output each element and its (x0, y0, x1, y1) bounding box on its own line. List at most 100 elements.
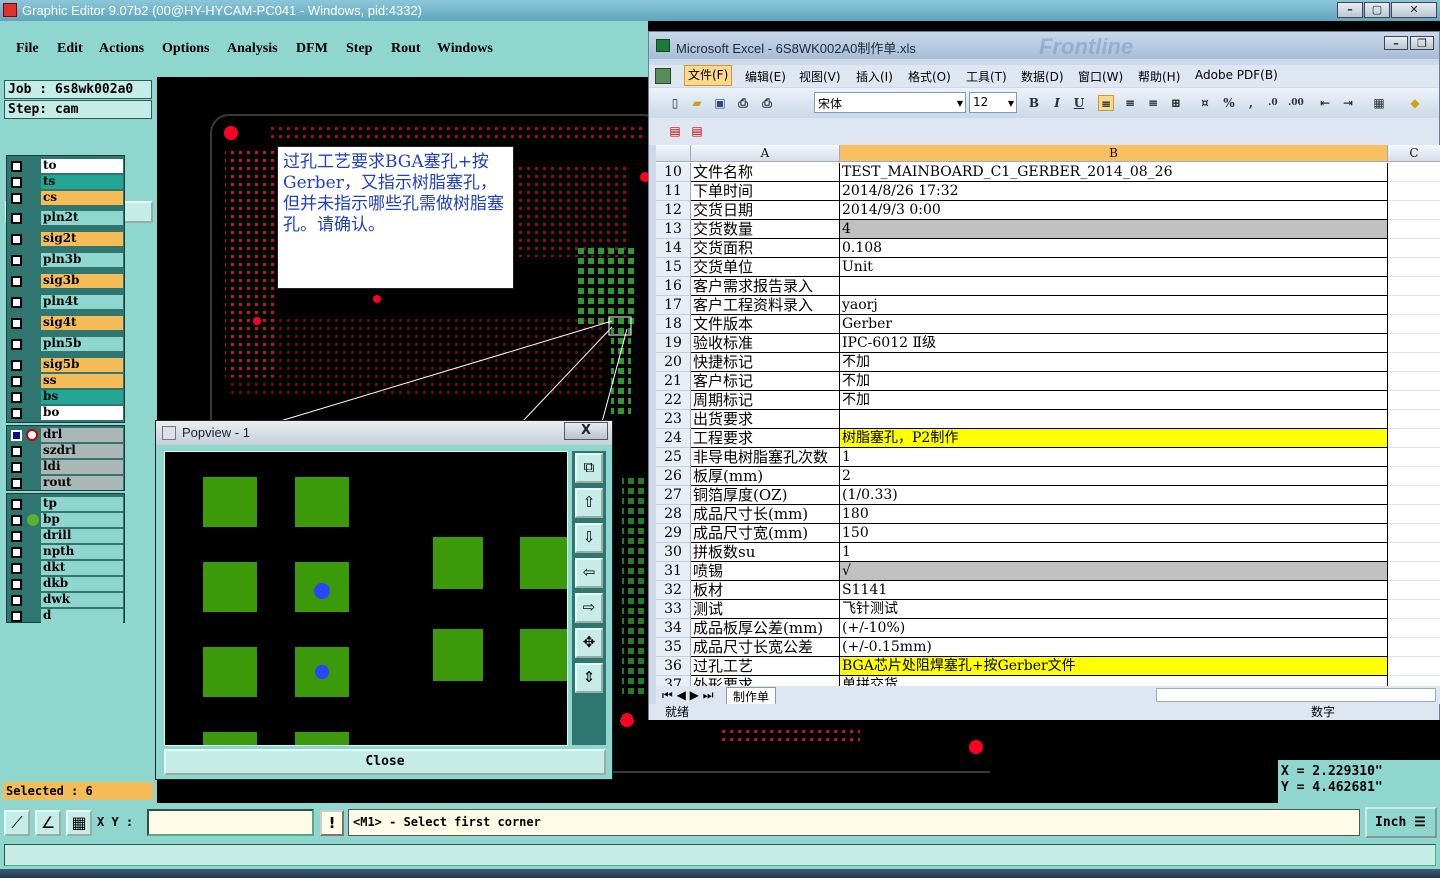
menu-edit[interactable]: Edit (57, 41, 83, 57)
cell-b[interactable]: 1 (840, 448, 1388, 467)
cell-a[interactable]: 交货单位 (691, 258, 840, 277)
borders-icon[interactable]: ▦ (1371, 95, 1387, 111)
row-number[interactable]: 18 (656, 315, 691, 334)
decrease-decimal-icon[interactable]: .00 (1288, 95, 1304, 111)
cell-a[interactable]: 成品板厚公差(mm) (691, 619, 840, 638)
excel-restore-button[interactable]: ❐ (1410, 36, 1434, 50)
comma-icon[interactable]: , (1243, 95, 1259, 111)
cell-c[interactable] (1388, 391, 1440, 410)
cell-c[interactable] (1388, 581, 1440, 600)
layer-row[interactable]: dkb (7, 576, 124, 592)
unit-selector[interactable]: Inch ☰ (1365, 807, 1437, 838)
cell-a[interactable]: 客户需求报告录入 (691, 277, 840, 296)
cell-b[interactable]: 飞针测试 (840, 600, 1388, 619)
row-number[interactable]: 31 (656, 562, 691, 581)
layer-name[interactable]: sig5b (41, 358, 123, 372)
pdf-convert-icon[interactable]: ▤ (667, 123, 683, 139)
layer-checkbox[interactable] (11, 430, 22, 441)
layer-checkbox[interactable] (11, 462, 22, 473)
cell-b[interactable]: Gerber (840, 315, 1388, 334)
cell-b[interactable]: 1 (840, 543, 1388, 562)
layer-name[interactable]: tp (41, 497, 123, 511)
align-center-icon[interactable]: ≡ (1122, 95, 1138, 111)
layer-name[interactable]: rout (41, 476, 123, 490)
menu-analysis[interactable]: Analysis (227, 41, 278, 57)
row-number[interactable]: 15 (656, 258, 691, 277)
row-number[interactable]: 34 (656, 619, 691, 638)
snap-icon[interactable]: ⟋ (4, 810, 30, 836)
menu-help[interactable]: 帮助(H) (1138, 68, 1180, 85)
layer-row[interactable]: pln5b (7, 336, 124, 352)
layer-name[interactable]: sig3b (41, 274, 123, 288)
menu-file[interactable]: 文件(F) (684, 65, 733, 86)
fill-color-icon[interactable]: ◆ (1407, 95, 1423, 111)
row-number[interactable]: 22 (656, 391, 691, 410)
row-number[interactable]: 10 (656, 163, 691, 182)
row-number[interactable]: 35 (656, 638, 691, 657)
cell-a[interactable]: 外形要求 (691, 676, 840, 686)
cell-b[interactable]: TEST_MAINBOARD_C1_GERBER_2014_08_26 (840, 163, 1388, 182)
menu-view[interactable]: 视图(V) (799, 68, 841, 85)
cell-b[interactable]: IPC-6012 Ⅱ级 (840, 334, 1388, 353)
layer-checkbox[interactable] (11, 478, 22, 489)
popview-title-bar[interactable]: Popview - 1 X (156, 421, 612, 445)
row-number[interactable]: 37 (656, 676, 691, 686)
layer-checkbox[interactable] (11, 339, 22, 350)
cell-b[interactable]: BGA芯片处阻焊塞孔+按Gerber文件 (840, 657, 1388, 676)
layer-row[interactable]: bo (7, 405, 124, 421)
layer-name[interactable]: drl (41, 428, 123, 442)
layer-name[interactable]: dwk (41, 593, 123, 607)
row-number[interactable]: 14 (656, 239, 691, 258)
cell-b[interactable]: 不加 (840, 391, 1388, 410)
layer-name[interactable]: drill (41, 529, 123, 543)
cell-c[interactable] (1388, 524, 1440, 543)
grid-icon[interactable]: ▦ (66, 810, 92, 836)
row-number[interactable]: 19 (656, 334, 691, 353)
warning-button[interactable]: ! (320, 810, 344, 836)
excel-minimize-button[interactable]: – (1384, 36, 1408, 50)
cell-b[interactable]: 单拼交货 (840, 676, 1388, 686)
step-field[interactable]: Step: cam (4, 100, 152, 119)
layer-name[interactable]: ldi (41, 460, 123, 474)
cell-c[interactable] (1388, 448, 1440, 467)
cell-a[interactable]: 快捷标记 (691, 353, 840, 372)
layer-name[interactable]: npth (41, 545, 123, 559)
cell-c[interactable] (1388, 505, 1440, 524)
layer-row[interactable]: sig4t (7, 315, 124, 331)
job-field[interactable]: Job : 6s8wk002a0 (4, 80, 152, 99)
layer-checkbox[interactable] (11, 177, 22, 188)
open-icon[interactable]: ▰ (689, 95, 705, 111)
row-number[interactable]: 27 (656, 486, 691, 505)
minimize-button[interactable]: – (1337, 2, 1363, 18)
sheet-icon[interactable] (655, 68, 671, 84)
layer-row[interactable]: sig2t (7, 231, 124, 247)
zoom-fit-icon[interactable]: ⧉ (575, 453, 603, 483)
cell-c[interactable] (1388, 600, 1440, 619)
font-name-select[interactable]: 宋体 ▼ (814, 92, 966, 113)
layer-row[interactable]: drl (7, 427, 124, 443)
menu-format[interactable]: 格式(O) (908, 68, 951, 85)
percent-icon[interactable]: % (1221, 95, 1237, 111)
horizontal-scrollbar[interactable] (1156, 688, 1436, 702)
layer-name[interactable]: sig4t (41, 316, 123, 330)
menu-actions[interactable]: Actions (99, 41, 144, 57)
cell-b[interactable]: Unit (840, 258, 1388, 277)
row-number[interactable]: 11 (656, 182, 691, 201)
cell-a[interactable]: 喷锡 (691, 562, 840, 581)
layer-row[interactable]: dwk (7, 592, 124, 608)
layer-name[interactable]: szdrl (41, 444, 123, 458)
layer-checkbox[interactable] (11, 255, 22, 266)
cell-b[interactable]: 150 (840, 524, 1388, 543)
layer-checkbox[interactable] (11, 276, 22, 287)
pan-down-icon[interactable]: ⇩ (575, 523, 603, 553)
menu-rout[interactable]: Rout (391, 41, 421, 57)
align-left-icon[interactable]: ≡ (1098, 95, 1114, 111)
cell-b[interactable]: (1/0.33) (840, 486, 1388, 505)
pan-right-icon[interactable]: ⇨ (575, 593, 603, 623)
cell-a[interactable]: 出货要求 (691, 410, 840, 429)
layer-row[interactable]: drill (7, 528, 124, 544)
row-number[interactable]: 21 (656, 372, 691, 391)
layer-row[interactable]: tp (7, 496, 124, 512)
layer-name[interactable]: pln3b (41, 253, 123, 267)
layer-checkbox[interactable] (11, 579, 22, 590)
